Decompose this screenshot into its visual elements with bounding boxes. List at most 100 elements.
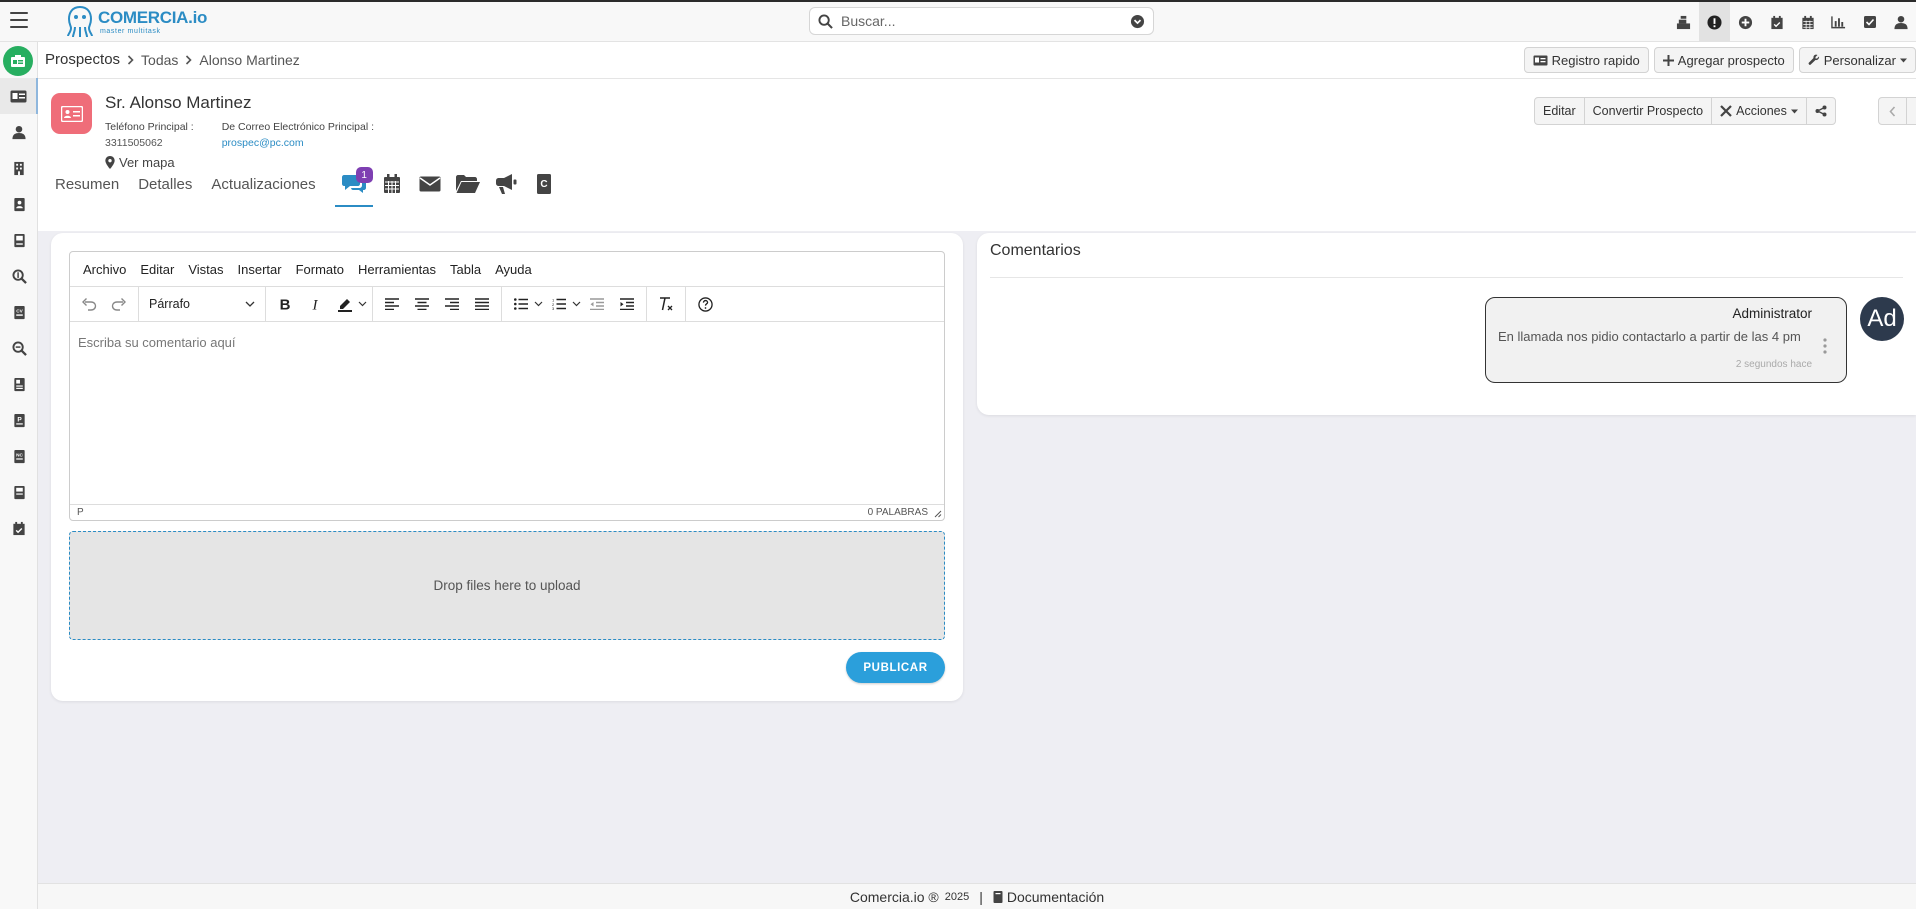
indent-icon[interactable]	[612, 290, 642, 318]
plus-circle-icon[interactable]	[1730, 2, 1761, 42]
align-justify-icon[interactable]	[467, 290, 497, 318]
word-count[interactable]: 0 PALABRAS	[868, 507, 928, 518]
search-icon[interactable]	[0, 330, 38, 366]
menu-tools[interactable]: Herramientas	[351, 262, 443, 277]
hamburger-line	[10, 12, 28, 14]
record-tabs: Resumen Detalles Actualizaciones 1 C	[55, 161, 563, 207]
menu-insert[interactable]: Insertar	[231, 262, 289, 277]
comments-title: Comentarios	[990, 242, 1081, 259]
block-format-select[interactable]: Párrafo	[143, 290, 261, 318]
quick-create-button[interactable]: Registro rapido	[1523, 47, 1649, 73]
share-button[interactable]	[1805, 97, 1836, 125]
redo-icon[interactable]	[104, 290, 134, 318]
element-path[interactable]: P	[77, 507, 84, 518]
menu-edit[interactable]: Editar	[133, 262, 181, 277]
comments-panel: Comentarios Administrator En llamada nos…	[977, 233, 1916, 415]
calendar-check-icon[interactable]	[0, 510, 38, 546]
breadcrumb: Prospectos Todas Alonso Martinez	[45, 51, 300, 68]
tab-documents[interactable]	[449, 161, 487, 207]
menu-file[interactable]: Archivo	[76, 262, 133, 277]
user-icon[interactable]	[1885, 2, 1916, 42]
search-input[interactable]	[841, 13, 1130, 29]
alert-icon[interactable]	[1699, 2, 1730, 42]
receipt-icon[interactable]	[0, 474, 38, 510]
previous-record-button[interactable]	[1878, 97, 1907, 125]
clear-formatting-icon[interactable]	[651, 290, 681, 318]
align-center-icon[interactable]	[407, 290, 437, 318]
contact-card-icon[interactable]	[0, 78, 38, 114]
add-prospect-button[interactable]: Agregar prospecto	[1653, 47, 1794, 73]
undo-icon[interactable]	[74, 290, 104, 318]
tab-details[interactable]: Detalles	[138, 176, 192, 193]
breadcrumb-actions: Registro rapido Agregar prospecto Person…	[1523, 47, 1916, 73]
report-icon[interactable]	[0, 366, 38, 402]
search-dollar-icon[interactable]	[0, 258, 38, 294]
cash-register-icon[interactable]	[1668, 2, 1699, 42]
invoice-nc-icon[interactable]: NC	[0, 438, 38, 474]
person-icon[interactable]	[0, 114, 38, 150]
menu-view[interactable]: Vistas	[181, 262, 230, 277]
app-logo[interactable]: COMERCIA.io master multitask	[66, 4, 207, 40]
breadcrumb-module[interactable]: Prospectos	[45, 51, 120, 68]
hamburger-line	[10, 26, 28, 28]
tab-updates[interactable]: Actualizaciones	[211, 176, 315, 193]
tab-campaigns[interactable]	[487, 161, 525, 207]
documentation-link[interactable]: Documentación	[993, 889, 1104, 905]
breadcrumb-record: Alonso Martinez	[199, 51, 300, 68]
chevron-right-icon	[127, 54, 134, 65]
building-icon[interactable]	[0, 150, 38, 186]
calendar-icon[interactable]	[1792, 2, 1823, 42]
chevron-down-icon[interactable]	[532, 290, 544, 318]
tab-calendar[interactable]	[373, 161, 411, 207]
align-left-icon[interactable]	[377, 290, 407, 318]
menu-table[interactable]: Tabla	[443, 262, 488, 277]
email-field: De Correo Electrónico Principal : prospe…	[222, 119, 374, 151]
resize-handle-icon[interactable]	[934, 510, 942, 518]
outdent-icon[interactable]	[582, 290, 612, 318]
avatar: Ad	[1860, 297, 1904, 341]
svg-text:I: I	[312, 298, 319, 312]
menu-toggle-button[interactable]	[8, 9, 30, 31]
chevron-down-icon	[245, 301, 255, 307]
chevron-down-icon[interactable]	[570, 290, 582, 318]
menu-format[interactable]: Formato	[289, 262, 351, 277]
search-filter-dropdown-icon[interactable]	[1130, 14, 1145, 29]
customize-button[interactable]: Personalizar	[1798, 47, 1916, 73]
brand-tagline: master multitask	[100, 28, 161, 35]
tab-email[interactable]	[411, 161, 449, 207]
top-border	[0, 0, 1916, 2]
convert-prospect-button[interactable]: Convertir Prospecto	[1583, 97, 1713, 125]
menu-help[interactable]: Ayuda	[488, 262, 539, 277]
comment-bubble: Administrator En llamada nos pidio conta…	[1485, 297, 1847, 383]
ledger-icon[interactable]	[0, 222, 38, 258]
bold-icon[interactable]: B	[270, 290, 300, 318]
breadcrumb-bar: Prospectos Todas Alonso Martinez Registr…	[38, 42, 1916, 79]
tab-comments[interactable]: 1	[334, 161, 373, 207]
breadcrumb-list[interactable]: Todas	[141, 52, 178, 68]
email-link[interactable]: prospec@pc.com	[222, 137, 304, 149]
checkbox-icon[interactable]	[1854, 2, 1885, 42]
more-options-icon[interactable]	[1823, 338, 1827, 354]
footer-year: 2025	[944, 890, 970, 903]
svg-text:3: 3	[552, 306, 555, 310]
tab-contacts[interactable]: C	[525, 161, 563, 207]
module-home-icon[interactable]	[3, 46, 33, 76]
calendar-check-icon[interactable]	[1761, 2, 1792, 42]
calendar-icon	[383, 174, 400, 193]
file-dropzone[interactable]: Drop files here to upload	[69, 531, 945, 640]
actions-dropdown-button[interactable]: Acciones	[1711, 97, 1807, 125]
cv-icon[interactable]: CV	[0, 294, 38, 330]
plus-icon	[1662, 54, 1674, 66]
chevron-down-icon[interactable]	[356, 290, 368, 318]
publish-button[interactable]: PUBLICAR	[846, 652, 945, 683]
align-right-icon[interactable]	[437, 290, 467, 318]
tab-summary[interactable]: Resumen	[55, 176, 119, 193]
comment-textarea[interactable]: Escriba su comentario aquí	[70, 322, 944, 504]
bar-chart-icon[interactable]	[1823, 2, 1854, 42]
address-book-icon[interactable]	[0, 186, 38, 222]
edit-button[interactable]: Editar	[1534, 97, 1585, 125]
next-record-button[interactable]	[1906, 97, 1916, 125]
invoice-p-icon[interactable]: P	[0, 402, 38, 438]
italic-icon[interactable]: I	[300, 290, 330, 318]
help-icon[interactable]	[690, 290, 720, 318]
